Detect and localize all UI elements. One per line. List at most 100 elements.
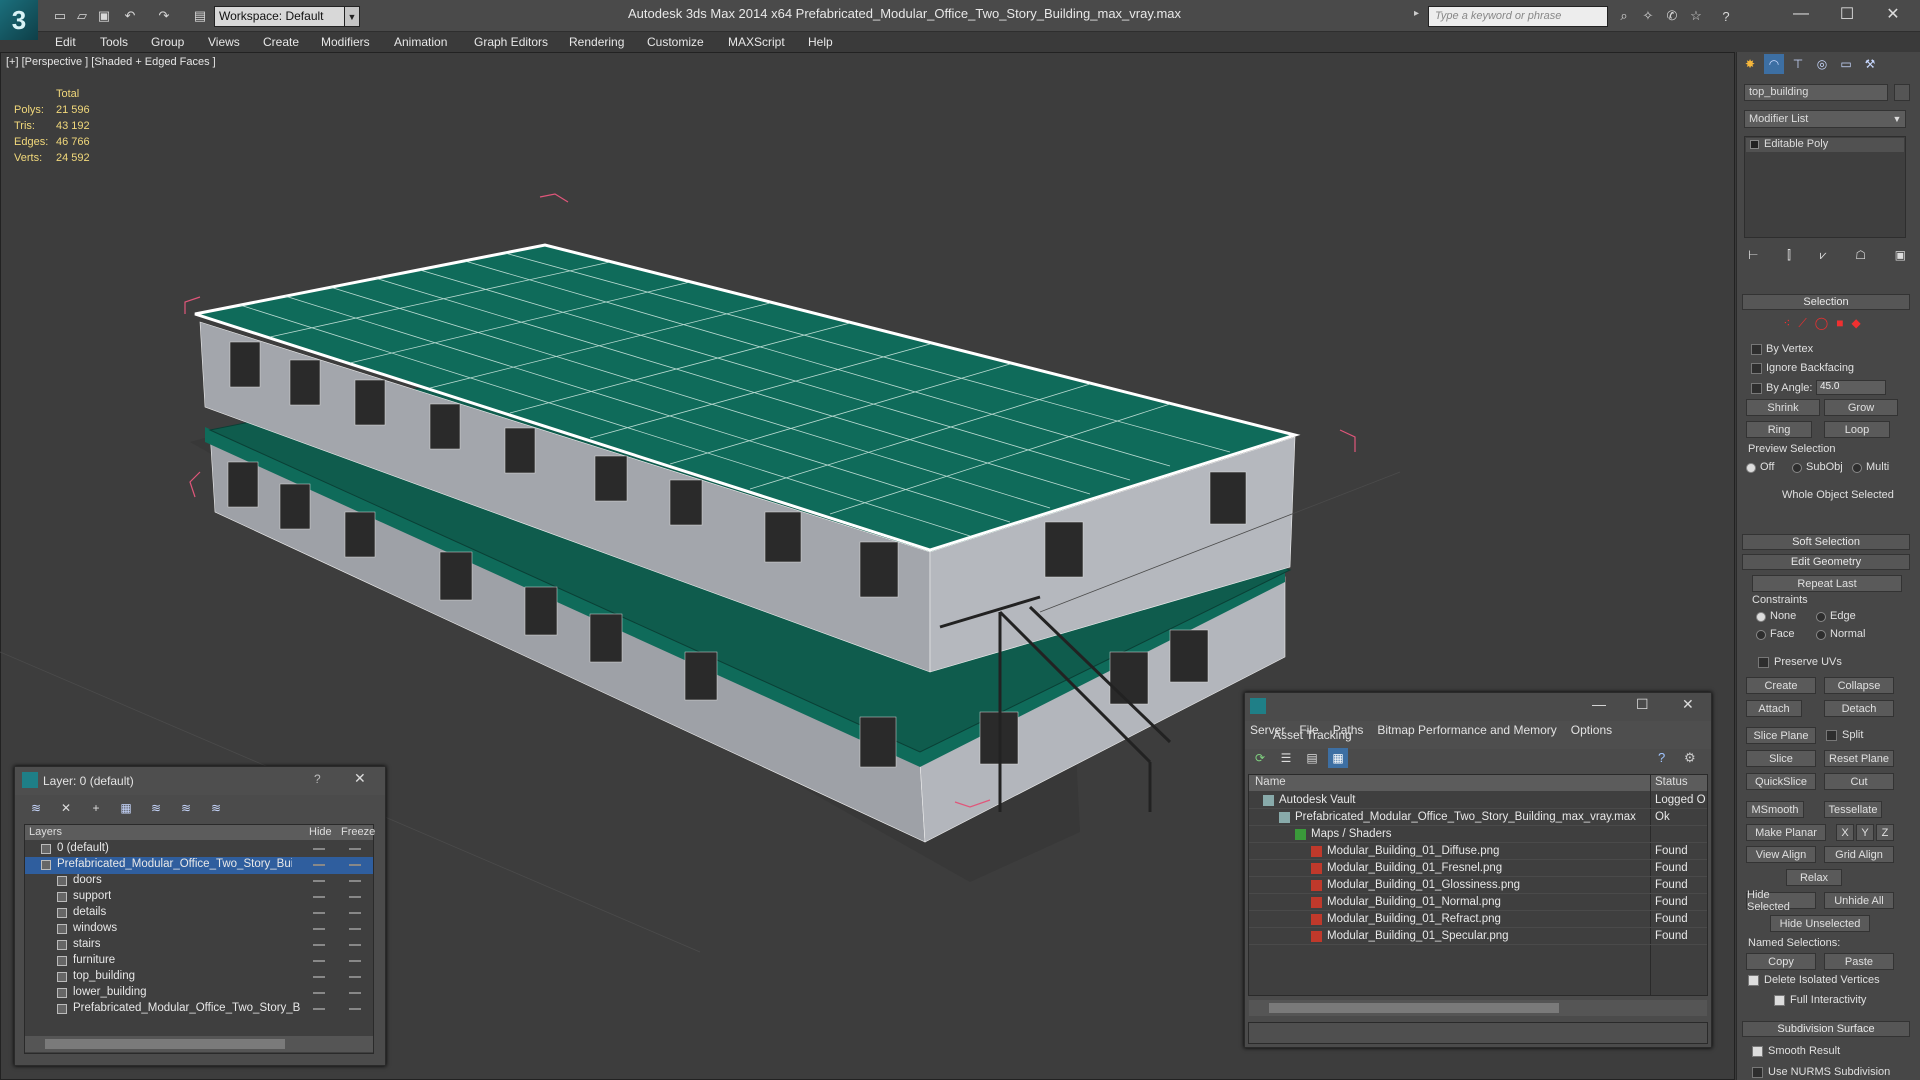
remove-modifier-icon[interactable]: ☖ xyxy=(1855,248,1866,266)
show-end-result-icon[interactable]: ⫿ xyxy=(1787,248,1791,266)
smooth-result-checkbox[interactable] xyxy=(1752,1046,1763,1057)
layer-help-icon[interactable]: ? xyxy=(314,772,321,786)
motion-tab-icon[interactable]: ◎ xyxy=(1812,54,1832,74)
status-column-header[interactable]: Status xyxy=(1655,776,1688,788)
layers-column-header[interactable]: Layers xyxy=(29,826,62,838)
soft-selection-rollout-header[interactable]: Soft Selection xyxy=(1742,534,1910,550)
hide-all-layers-icon[interactable]: ≋ xyxy=(176,798,196,818)
preview-off-radio[interactable] xyxy=(1746,463,1756,473)
freeze-toggle[interactable] xyxy=(349,960,361,962)
by-angle-checkbox[interactable] xyxy=(1751,383,1762,394)
maximize-icon[interactable]: ☐ xyxy=(1824,0,1870,28)
stack-item-editable-poly[interactable]: Editable Poly xyxy=(1746,138,1904,152)
angle-spinner[interactable]: 45.0 xyxy=(1816,380,1886,395)
constraint-none-radio[interactable] xyxy=(1756,612,1766,622)
asset-row[interactable]: Modular_Building_01_Diffuse.png Found xyxy=(1249,843,1707,860)
constraint-normal-radio[interactable] xyxy=(1816,630,1826,640)
select-in-layer-icon[interactable]: ▦ xyxy=(116,798,136,818)
menu-graph-editors[interactable]: Graph Editors xyxy=(474,32,548,52)
scrollbar-thumb[interactable] xyxy=(1269,1003,1559,1013)
list-view-icon[interactable]: ☰ xyxy=(1276,748,1296,768)
project-folder-icon[interactable]: ▤ xyxy=(190,6,210,26)
layer-row[interactable]: Prefabricated_Modular_Office_Two_Story_B… xyxy=(25,857,373,874)
unhide-all-button[interactable]: Unhide All xyxy=(1824,892,1894,909)
grid-align-button[interactable]: Grid Align xyxy=(1824,846,1894,863)
asset-menu-paths[interactable]: Paths xyxy=(1333,723,1364,741)
minimize-icon[interactable]: — xyxy=(1778,0,1824,28)
settings-icon[interactable]: ⚙ xyxy=(1684,750,1696,766)
freeze-toggle[interactable] xyxy=(349,928,361,930)
selection-rollout-header[interactable]: Selection xyxy=(1742,294,1910,310)
layer-row[interactable]: top_building xyxy=(25,969,373,986)
asset-row[interactable]: Modular_Building_01_Normal.png Found xyxy=(1249,894,1707,911)
planar-y-button[interactable]: Y xyxy=(1856,824,1874,841)
menu-rendering[interactable]: Rendering xyxy=(569,32,624,52)
loop-button[interactable]: Loop xyxy=(1824,421,1890,438)
edge-level-icon[interactable]: ⟋ xyxy=(1798,316,1806,332)
thumbnail-view-icon[interactable]: ▤ xyxy=(1302,748,1322,768)
freeze-all-layers-icon[interactable]: ≋ xyxy=(206,798,226,818)
relax-button[interactable]: Relax xyxy=(1786,869,1842,886)
cut-button[interactable]: Cut xyxy=(1824,773,1894,790)
menu-animation[interactable]: Animation xyxy=(394,32,447,52)
freeze-toggle[interactable] xyxy=(349,864,361,866)
viewport-label[interactable]: [+] [Perspective ] [Shaded + Edged Faces… xyxy=(6,56,216,68)
collapse-button[interactable]: Collapse xyxy=(1824,677,1894,694)
delete-layer-icon[interactable]: ✕ xyxy=(56,798,76,818)
undo-icon[interactable]: ↶ xyxy=(120,6,140,26)
planar-x-button[interactable]: X xyxy=(1836,824,1854,841)
freeze-toggle[interactable] xyxy=(349,976,361,978)
stack-expand-icon[interactable] xyxy=(1750,140,1759,149)
object-color-swatch[interactable] xyxy=(1894,84,1910,101)
asset-row[interactable]: Prefabricated_Modular_Office_Two_Story_B… xyxy=(1249,809,1707,826)
asset-menu-server[interactable]: Server xyxy=(1250,723,1285,741)
hide-toggle[interactable] xyxy=(313,976,325,978)
app-logo-button[interactable]: 3 xyxy=(0,0,38,40)
menu-group[interactable]: Group xyxy=(151,32,184,52)
create-layer-icon[interactable]: ≋ xyxy=(26,798,46,818)
menu-maxscript[interactable]: MAXScript xyxy=(728,32,785,52)
copy-button[interactable]: Copy xyxy=(1746,953,1816,970)
save-icon[interactable]: ▣ xyxy=(94,6,114,26)
communication-icon[interactable]: ✆ xyxy=(1662,6,1682,26)
make-planar-button[interactable]: Make Planar xyxy=(1746,824,1826,841)
help-icon[interactable]: ? xyxy=(1658,750,1665,765)
close-icon[interactable]: ✕ xyxy=(1870,0,1916,28)
hide-toggle[interactable] xyxy=(313,960,325,962)
redo-icon[interactable]: ↷ xyxy=(154,6,174,26)
create-tab-icon[interactable]: ✸ xyxy=(1740,54,1760,74)
binoculars-icon[interactable]: ⌕ xyxy=(1614,6,1634,26)
layer-row[interactable]: windows xyxy=(25,921,373,938)
attach-button[interactable]: Attach xyxy=(1746,700,1802,717)
edit-geometry-rollout-header[interactable]: Edit Geometry xyxy=(1742,554,1910,570)
refresh-icon[interactable]: ⟳ xyxy=(1250,748,1270,768)
vertex-level-icon[interactable]: ⁖ xyxy=(1783,316,1790,332)
asset-row[interactable]: Modular_Building_01_Refract.png Found xyxy=(1249,911,1707,928)
paste-button[interactable]: Paste xyxy=(1824,953,1894,970)
slice-button[interactable]: Slice xyxy=(1746,750,1816,767)
layer-row[interactable]: stairs xyxy=(25,937,373,954)
hide-unselected-button[interactable]: Hide Unselected xyxy=(1770,915,1870,932)
freeze-column-header[interactable]: Freeze xyxy=(341,826,375,838)
subscription-icon[interactable]: ✧ xyxy=(1638,6,1658,26)
freeze-toggle[interactable] xyxy=(349,1008,361,1010)
hide-toggle[interactable] xyxy=(313,912,325,914)
constraint-edge-radio[interactable] xyxy=(1816,612,1826,622)
workspace-select[interactable]: Workspace: Default xyxy=(214,6,360,27)
favorites-star-icon[interactable]: ☆ xyxy=(1686,6,1706,26)
hide-toggle[interactable] xyxy=(313,896,325,898)
layer-row[interactable]: 0 (default) xyxy=(25,841,373,858)
asset-horizontal-scrollbar[interactable] xyxy=(1249,1000,1707,1016)
layer-row[interactable]: Prefabricated_Modular_Office_Two_Story_B xyxy=(25,1001,373,1018)
hide-toggle[interactable] xyxy=(313,992,325,994)
asset-menu-bitmap[interactable]: Bitmap Performance and Memory xyxy=(1377,723,1556,741)
by-vertex-checkbox[interactable] xyxy=(1751,344,1762,355)
hide-toggle[interactable] xyxy=(313,928,325,930)
full-interactivity-checkbox[interactable] xyxy=(1774,995,1785,1006)
preview-multi-radio[interactable] xyxy=(1852,463,1862,473)
freeze-toggle[interactable] xyxy=(349,944,361,946)
modify-tab-icon[interactable]: ◠ xyxy=(1764,54,1784,74)
close-icon[interactable]: ✕ xyxy=(354,770,366,787)
use-nurms-checkbox[interactable] xyxy=(1752,1067,1763,1078)
hide-selected-button[interactable]: Hide Selected xyxy=(1746,889,1816,913)
